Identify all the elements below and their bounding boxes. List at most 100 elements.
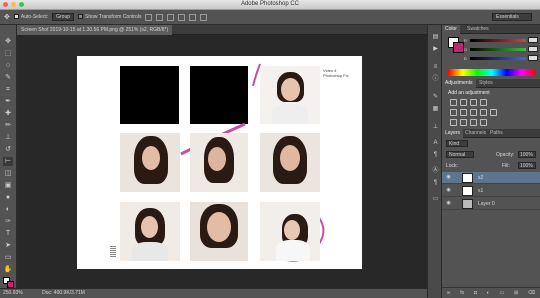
blur-tool-icon[interactable]: ●	[3, 193, 13, 202]
marquee-tool-icon[interactable]: ⬚	[3, 49, 13, 58]
vibrance-icon[interactable]	[450, 109, 457, 116]
align-middle-icon[interactable]	[156, 13, 164, 21]
document-canvas[interactable]: Video 4 Photoshop Fix	[77, 56, 362, 269]
layer-name: s1	[478, 188, 484, 194]
photo-filter-icon[interactable]	[490, 109, 497, 116]
tab-styles[interactable]: Styles	[476, 79, 496, 88]
paragraph-panel-icon[interactable]: ¶	[431, 151, 440, 159]
green-slider[interactable]	[470, 48, 526, 51]
custom-tool-icon[interactable]: ⊢	[3, 157, 13, 166]
workspace-dropdown[interactable]: Essentials	[492, 13, 532, 21]
tab-channels[interactable]: Channels	[462, 129, 489, 138]
zoom-level[interactable]: 250.93%	[3, 290, 23, 296]
layer-row[interactable]: ◉ s1	[442, 185, 540, 197]
brush-tool-icon[interactable]: ✏	[3, 121, 13, 130]
levels-icon[interactable]	[460, 99, 467, 106]
bg-color-chip[interactable]	[453, 42, 464, 53]
color-spectrum-bar[interactable]	[448, 69, 536, 76]
glyphs-panel-icon[interactable]: Ⓐ	[431, 167, 440, 175]
trash-icon[interactable]: ⌫	[528, 290, 535, 296]
timeline-panel-icon[interactable]: ▭	[431, 195, 440, 203]
hand-tool-icon[interactable]: ✋	[3, 265, 13, 274]
clone-source-icon[interactable]: ⊥	[431, 123, 440, 131]
black-white-icon[interactable]	[480, 109, 487, 116]
info-panel-icon[interactable]: ⓘ	[431, 75, 440, 83]
pen-tool-icon[interactable]: ✑	[3, 217, 13, 226]
invert-icon[interactable]	[450, 119, 457, 126]
brightness-contrast-icon[interactable]	[450, 99, 457, 106]
layer-row[interactable]: ◉ Layer 0	[442, 198, 540, 210]
auto-select-checkbox[interactable]: Auto-Select:	[13, 14, 48, 20]
move-tool-icon[interactable]: ✥	[4, 13, 10, 21]
tab-layers[interactable]: Layers	[442, 129, 464, 138]
document-tab[interactable]: Screen Shot 2019-10-15 at 1.30.56 PM.png…	[17, 25, 172, 35]
eyedropper-tool-icon[interactable]: ✒	[3, 97, 13, 106]
lasso-tool-icon[interactable]: ○	[3, 61, 13, 70]
align-left-icon[interactable]	[178, 13, 186, 21]
clone-stamp-tool-icon[interactable]: ⊥	[3, 133, 13, 142]
new-layer-icon[interactable]: ⊞	[514, 290, 518, 296]
kind-filter-dropdown[interactable]: Kind	[446, 140, 468, 147]
hue-saturation-icon[interactable]	[460, 109, 467, 116]
posterize-icon[interactable]	[460, 119, 467, 126]
blue-slider[interactable]	[470, 57, 526, 60]
red-value[interactable]	[528, 37, 538, 43]
gradient-tool-icon[interactable]: ▣	[3, 181, 13, 190]
curves-icon[interactable]	[470, 99, 477, 106]
tools-panel: ✥ ⬚ ○ ✎ ⌗ ✒ ✚ ✏ ⊥ ↺ ⊢ ◫ ▣ ● ◐ ✑ T ➤ ▭ ✋	[0, 25, 17, 293]
background-color-swatch[interactable]	[7, 281, 14, 288]
photo-tile-6	[190, 202, 248, 261]
path-select-tool-icon[interactable]: ➤	[3, 241, 13, 250]
tab-adjustments[interactable]: Adjustments	[442, 79, 476, 88]
tab-swatches[interactable]: Swatches	[464, 25, 492, 34]
gradient-map-icon[interactable]	[480, 119, 487, 126]
visibility-eye-icon[interactable]: ◉	[445, 187, 452, 194]
add-mask-icon[interactable]: ◘	[474, 290, 477, 296]
character-panel-icon[interactable]: A	[431, 139, 440, 147]
align-center-icon[interactable]	[189, 13, 197, 21]
link-layers-icon[interactable]: ∞	[447, 290, 451, 296]
green-value[interactable]	[528, 46, 538, 52]
show-transform-label: Show Transform Controls	[85, 14, 142, 20]
actions-panel-icon[interactable]: ▶	[431, 45, 440, 53]
exposure-icon[interactable]	[480, 99, 487, 106]
black-square-1	[120, 66, 179, 124]
tab-paths[interactable]: Paths	[487, 129, 506, 138]
history-panel-icon[interactable]: ▤	[431, 33, 440, 41]
threshold-icon[interactable]	[470, 119, 477, 126]
eraser-tool-icon[interactable]: ◫	[3, 169, 13, 178]
auto-select-dropdown[interactable]: Group	[52, 13, 75, 21]
history-brush-tool-icon[interactable]: ↺	[3, 145, 13, 154]
paragraph-styles-icon[interactable]: ¶	[431, 179, 440, 187]
dodge-tool-icon[interactable]: ◐	[3, 205, 13, 214]
quick-select-tool-icon[interactable]: ✎	[3, 73, 13, 82]
align-top-icon[interactable]	[145, 13, 153, 21]
visibility-eye-icon[interactable]: ◉	[445, 200, 452, 207]
color-balance-icon[interactable]	[470, 109, 477, 116]
blue-value[interactable]	[528, 55, 538, 61]
move-tool-icon[interactable]: ✥	[3, 37, 13, 46]
adjustment-layer-icon[interactable]: ◐	[487, 290, 490, 296]
layer-style-icon[interactable]: fx	[460, 290, 464, 296]
show-transform-checkbox[interactable]: Show Transform Controls	[78, 14, 141, 20]
healing-brush-tool-icon[interactable]: ✚	[3, 109, 13, 118]
shape-tool-icon[interactable]: ▭	[3, 253, 13, 262]
fill-label: Fill:	[502, 163, 510, 169]
new-group-icon[interactable]: ▭	[499, 290, 504, 296]
brush-panel-icon[interactable]: ✎	[431, 93, 440, 101]
align-right-icon[interactable]	[200, 13, 208, 21]
opacity-input[interactable]: 100%	[518, 151, 536, 158]
canvas-area[interactable]: Video 4 Photoshop Fix	[17, 35, 427, 288]
brush-presets-icon[interactable]: ▦	[431, 105, 440, 113]
tab-color[interactable]: Color	[442, 25, 460, 34]
red-slider[interactable]	[470, 39, 526, 42]
layer-row[interactable]: ◉ s2	[442, 172, 540, 184]
crop-tool-icon[interactable]: ⌗	[3, 85, 13, 94]
type-tool-icon[interactable]: T	[3, 229, 13, 238]
fill-input[interactable]: 100%	[518, 162, 536, 169]
properties-panel-icon[interactable]: ≡	[431, 63, 440, 71]
visibility-eye-icon[interactable]: ◉	[445, 174, 452, 181]
blend-mode-dropdown[interactable]: Normal	[446, 151, 474, 158]
align-bottom-icon[interactable]	[167, 13, 175, 21]
doc-info[interactable]: Doc: 400.9K/3.71M	[42, 290, 85, 296]
